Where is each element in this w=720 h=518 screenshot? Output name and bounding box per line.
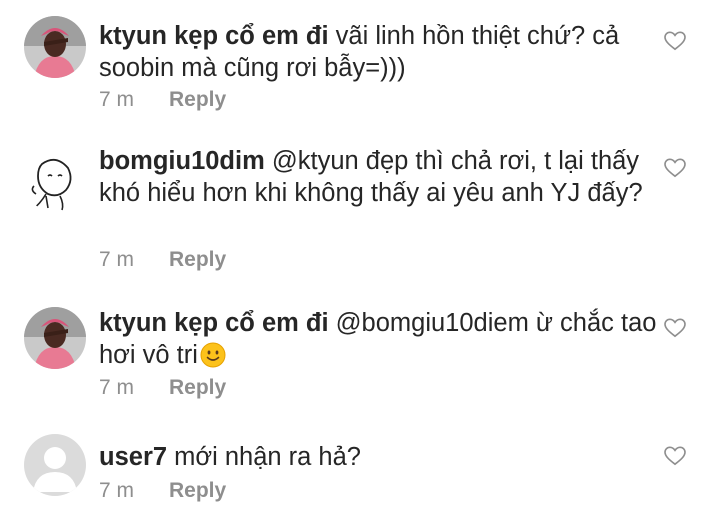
reply-button[interactable]: Reply [169, 248, 226, 271]
comment-timestamp: 7 m [99, 248, 135, 271]
like-heart-icon[interactable] [664, 318, 686, 338]
avatar[interactable] [24, 150, 86, 212]
avatar[interactable] [24, 16, 86, 78]
comment-meta: 7 m Reply [99, 88, 226, 112]
comment-timestamp: 7 m [99, 479, 135, 502]
comment-body: bomgiu10dim @ktyun đẹp thì chả rơi, t lạ… [99, 145, 659, 209]
avatar[interactable] [24, 307, 86, 369]
like-heart-icon[interactable] [664, 446, 686, 466]
comment-username[interactable]: bomgiu10dim [99, 147, 265, 175]
smiling-face-emoji-icon [200, 342, 226, 368]
comment-username[interactable]: ktyun kẹp cổ em đi [99, 309, 329, 337]
comment-timestamp: 7 m [99, 88, 135, 111]
comment-username[interactable]: ktyun kẹp cổ em đi [99, 22, 329, 50]
comment-body: ktyun kẹp cổ em đi @bomgiu10diem ừ chắc … [99, 307, 659, 371]
avatar[interactable] [24, 434, 86, 496]
comment-meta: 7 m Reply [99, 376, 226, 400]
comment-username[interactable]: user7 [99, 443, 167, 471]
comment-body: user7 mới nhận ra hả? [99, 441, 659, 473]
reply-button[interactable]: Reply [169, 479, 226, 502]
like-heart-icon[interactable] [664, 31, 686, 51]
reply-button[interactable]: Reply [169, 376, 226, 399]
comment-body: ktyun kẹp cổ em đi vãi linh hồn thiệt ch… [99, 20, 659, 84]
comment-meta: 7 m Reply [99, 248, 226, 272]
reply-button[interactable]: Reply [169, 88, 226, 111]
comment-meta: 7 m Reply [99, 479, 226, 503]
comment-text: mới nhận ra hả? [174, 443, 361, 471]
comment-timestamp: 7 m [99, 376, 135, 399]
like-heart-icon[interactable] [664, 158, 686, 178]
